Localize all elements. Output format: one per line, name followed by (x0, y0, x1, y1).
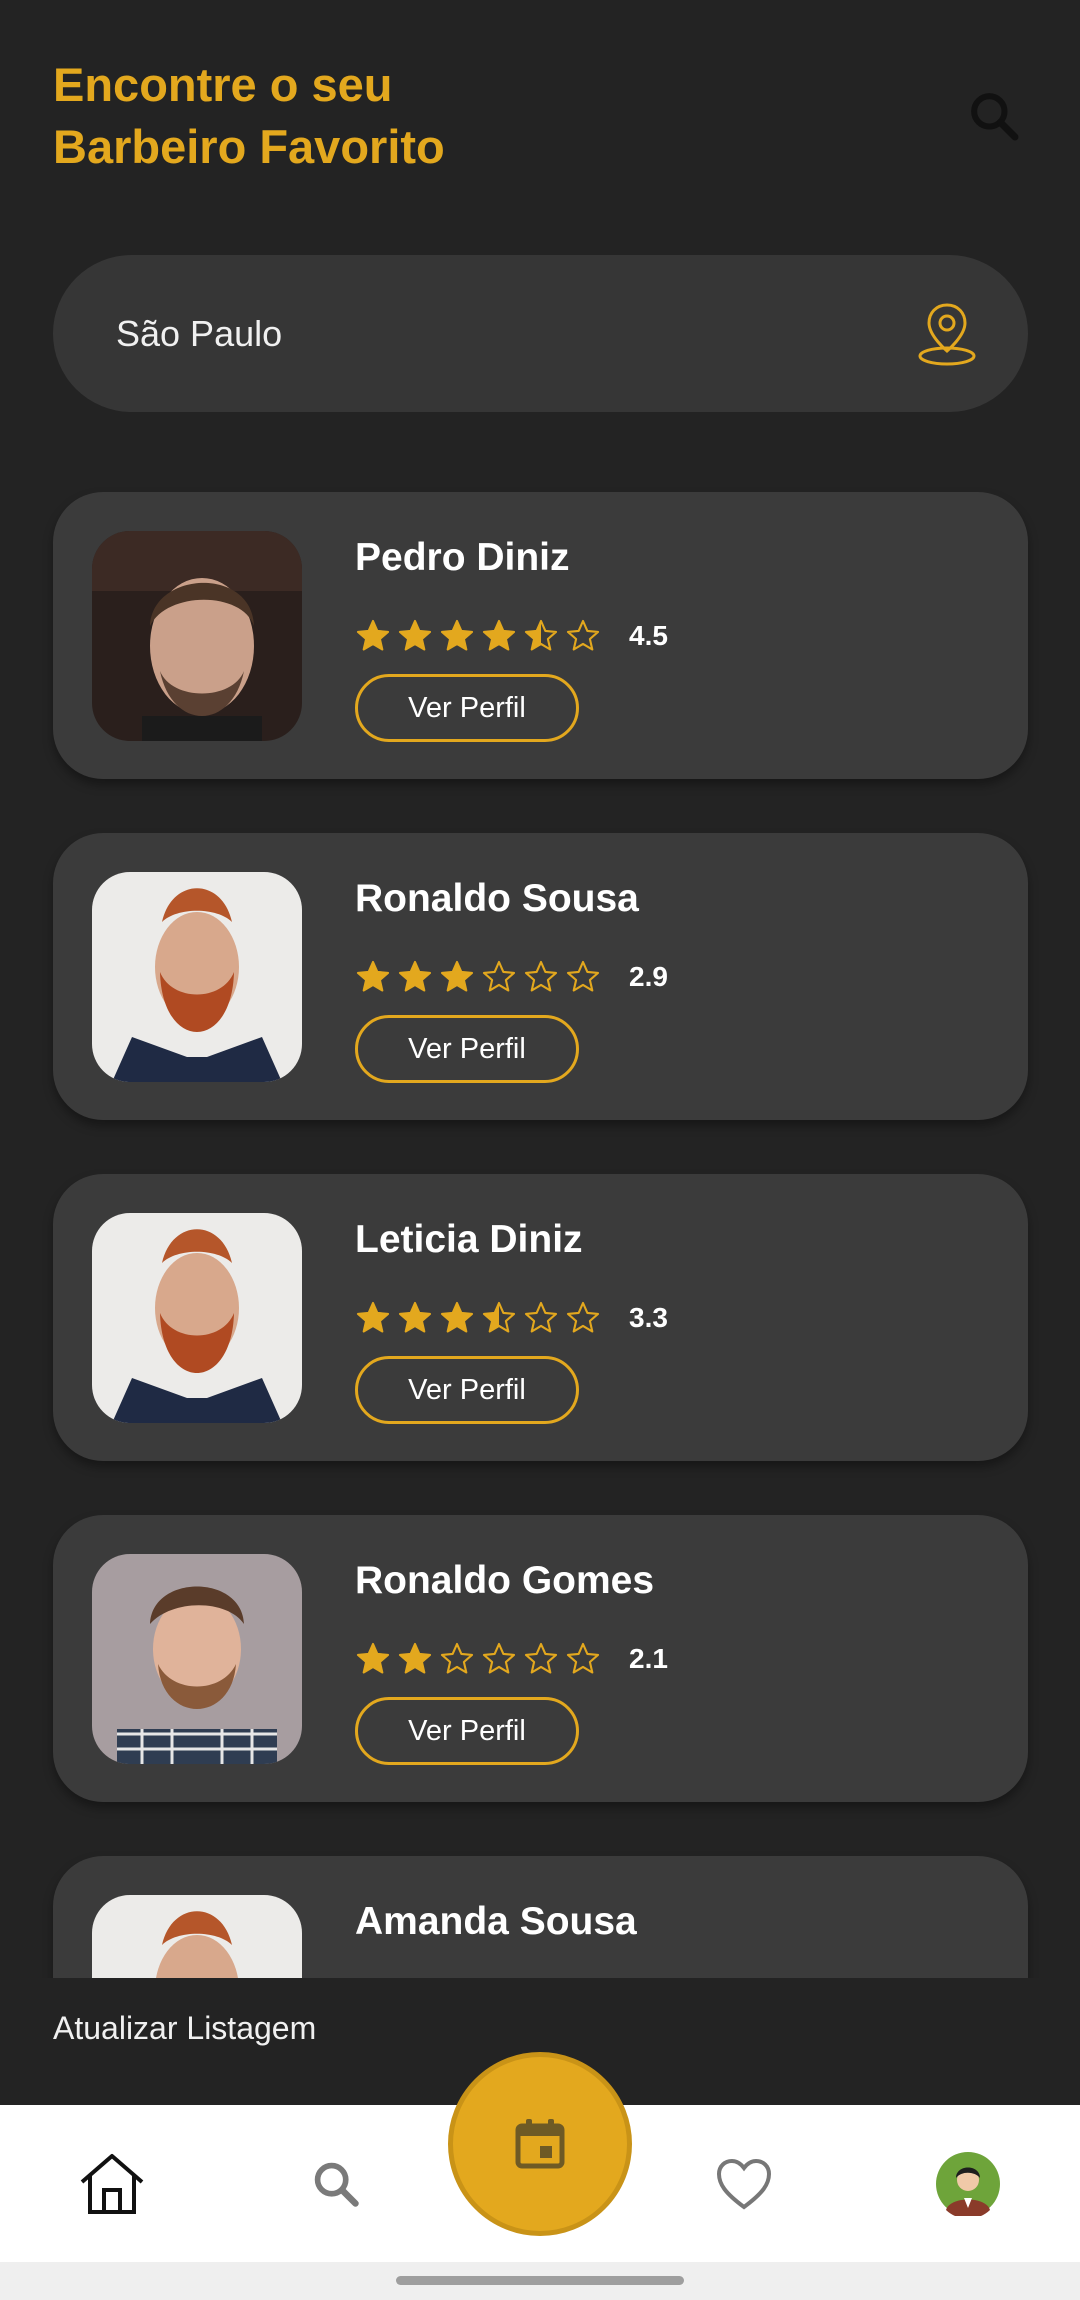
rating-row: 2.9 (355, 957, 668, 997)
view-profile-button[interactable]: Ver Perfil (355, 674, 579, 742)
barber-name: Ronaldo Gomes (355, 1559, 655, 1602)
star-full-icon (398, 1301, 432, 1333)
barber-photo (92, 1213, 302, 1423)
nav-profile[interactable] (908, 2105, 1028, 2262)
search-button[interactable] (958, 80, 1030, 152)
star-full-icon (356, 960, 390, 992)
rating-row: 3.3 (355, 1298, 668, 1338)
rating-row: 2.1 (355, 1639, 668, 1679)
star-rating (355, 1300, 601, 1336)
star-half-icon (524, 619, 558, 651)
star-empty-icon (524, 1642, 558, 1674)
barber-photo (92, 1895, 302, 1978)
view-profile-button[interactable]: Ver Perfil (355, 1697, 579, 1765)
star-full-icon (440, 960, 474, 992)
barber-card: Ronaldo Sousa 2.9 Ver Perfil (53, 833, 1028, 1120)
star-full-icon (440, 1301, 474, 1333)
home-icon (80, 2153, 144, 2214)
home-indicator[interactable] (396, 2276, 684, 2285)
view-profile-button[interactable]: Ver Perfil (355, 1356, 579, 1424)
barber-name: Amanda Sousa (355, 1900, 637, 1943)
page-title: Encontre o seu Barbeiro Favorito (53, 54, 653, 178)
barber-photo (92, 1554, 302, 1764)
refresh-list-link[interactable]: Atualizar Listagem (53, 2010, 316, 2047)
user-avatar (936, 2151, 1000, 2216)
location-value: São Paulo (116, 312, 283, 354)
barber-name: Ronaldo Sousa (355, 877, 639, 920)
barber-name: Pedro Diniz (355, 536, 570, 579)
barber-list[interactable]: Pedro Diniz 4.5 Ver Perfil Ronaldo Sousa… (0, 470, 1080, 1978)
rating-value: 2.9 (629, 961, 668, 992)
star-rating (355, 618, 601, 654)
rating-row: 4.5 (355, 616, 668, 656)
barber-photo (92, 872, 302, 1082)
barber-card: Amanda Sousa (53, 1856, 1028, 1978)
rating-value: 4.5 (629, 620, 668, 651)
rating-value: 2.1 (629, 1643, 668, 1674)
star-full-icon (356, 619, 390, 651)
star-empty-icon (524, 960, 558, 992)
star-empty-icon (440, 1642, 474, 1674)
location-field[interactable]: São Paulo (53, 255, 1028, 412)
barber-photo (92, 531, 302, 741)
star-full-icon (398, 619, 432, 651)
star-full-icon (398, 1642, 432, 1674)
barber-card: Ronaldo Gomes 2.1 Ver Perfil (53, 1515, 1028, 1802)
star-empty-icon (566, 1642, 600, 1674)
calendar-icon (515, 2119, 565, 2169)
star-full-icon (440, 619, 474, 651)
nav-search[interactable] (276, 2105, 396, 2262)
schedule-button[interactable] (448, 2052, 632, 2236)
heart-icon (716, 2158, 772, 2209)
page-title-line-1: Encontre o seu (53, 58, 393, 111)
view-profile-button[interactable]: Ver Perfil (355, 1015, 579, 1083)
star-empty-icon (482, 960, 516, 992)
star-empty-icon (524, 1301, 558, 1333)
star-empty-icon (482, 1642, 516, 1674)
search-icon (314, 2162, 359, 2207)
nav-home[interactable] (52, 2105, 172, 2262)
barber-name: Leticia Diniz (355, 1218, 583, 1261)
location-pin-icon[interactable] (916, 301, 978, 367)
barber-card: Pedro Diniz 4.5 Ver Perfil (53, 492, 1028, 779)
star-empty-icon (566, 619, 600, 651)
star-rating (355, 959, 601, 995)
star-empty-icon (566, 960, 600, 992)
star-full-icon (398, 960, 432, 992)
page-title-line-2: Barbeiro Favorito (53, 120, 445, 173)
star-empty-icon (566, 1301, 600, 1333)
nav-favorites[interactable] (684, 2105, 804, 2262)
star-full-icon (482, 619, 516, 651)
star-half-icon (482, 1301, 516, 1333)
search-icon (971, 93, 1019, 141)
star-full-icon (356, 1301, 390, 1333)
star-full-icon (356, 1642, 390, 1674)
rating-value: 3.3 (629, 1302, 668, 1333)
barber-card: Leticia Diniz 3.3 Ver Perfil (53, 1174, 1028, 1461)
star-rating (355, 1641, 601, 1677)
